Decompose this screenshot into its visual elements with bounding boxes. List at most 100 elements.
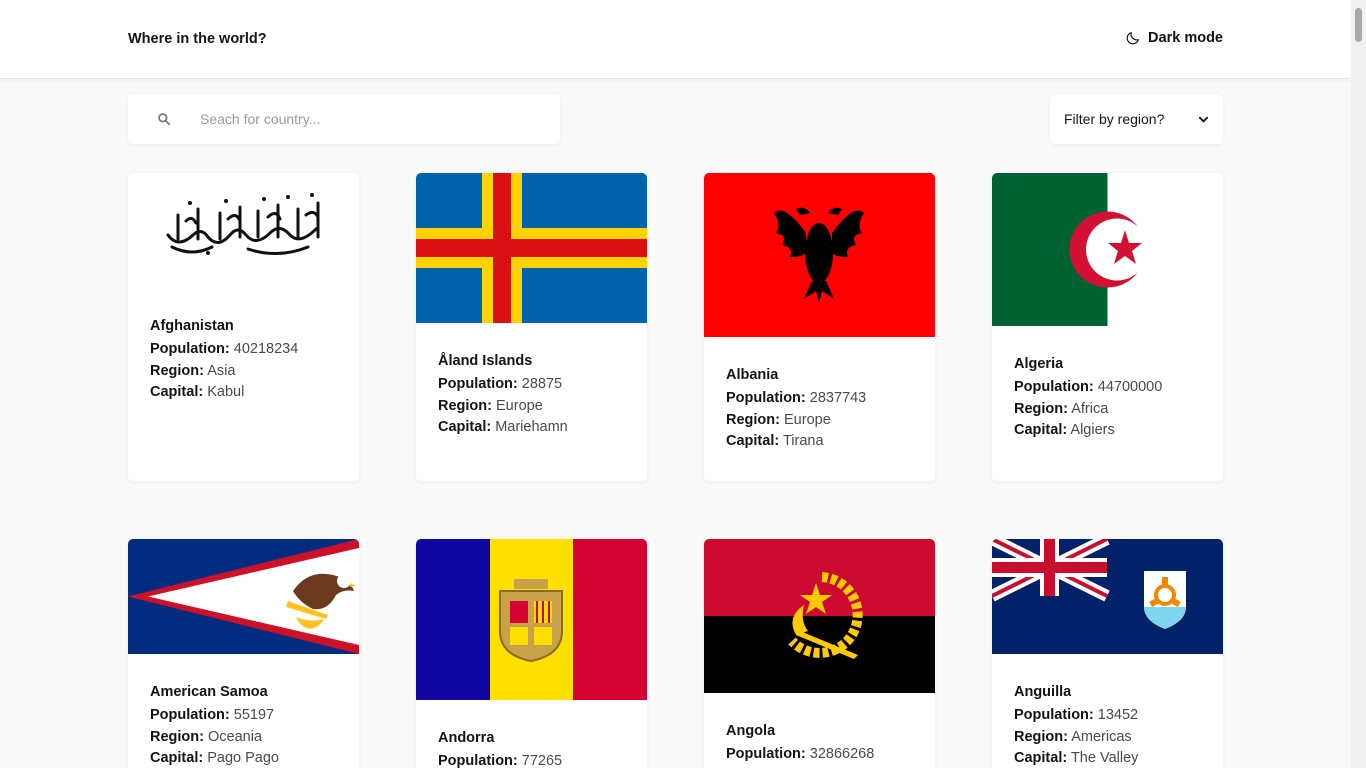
population-value: 55197 [233,707,275,723]
region-row: Region: Europe [726,410,916,432]
capital-row: Capital: Kabul [150,382,340,404]
country-info: Angola Population: 32866268 [726,723,916,766]
population-row: Population: 32866268 [726,744,916,766]
app-title: Where in the world? [128,31,267,47]
capital-value: Kabul [207,384,245,401]
country-card-algeria[interactable]: Algeria Population: 44700000 Region: Afr… [992,173,1223,481]
region-filter-dropdown[interactable]: Filter by region? [1050,94,1223,144]
country-info: American Samoa Population: 55197 Region:… [150,684,340,768]
capital-row: Capital: The Valley [1014,748,1204,768]
albania-flag-image [704,173,935,337]
country-card-anguilla[interactable]: Anguilla Population: 13452 Region: Ameri… [992,539,1223,768]
country-info: Anguilla Population: 13452 Region: Ameri… [1014,684,1204,768]
population-label: Population: [726,390,806,406]
moon-icon [1126,32,1139,45]
country-info: Afghanistan Population: 40218234 Region:… [150,318,340,404]
population-row: Population: 44700000 [1014,377,1204,399]
flag-anguilla [992,539,1223,654]
population-row: Population: 28875 [438,374,628,396]
region-row: Region: Americas [1014,727,1204,749]
region-label: Region: [150,362,204,379]
country-card-afghanistan[interactable]: Afghanistan Population: 40218234 Region:… [128,173,359,481]
population-value: 44700000 [1097,379,1163,395]
country-card-andorra[interactable]: Andorra Population: 77265 [416,539,647,768]
population-label: Population: [726,746,806,762]
country-card-american-samoa[interactable]: American Samoa Population: 55197 Region:… [128,539,359,768]
capital-label: Capital: [438,419,492,436]
country-info: Algeria Population: 44700000 Region: Afr… [1014,356,1204,442]
algeria-flag-image [992,173,1223,326]
search-box[interactable] [128,94,560,144]
region-row: Region: Asia [150,361,340,383]
page-scrollbar[interactable] [1351,0,1366,768]
region-value: Africa [1071,400,1109,417]
country-name: American Samoa [150,684,268,700]
country-card-angola[interactable]: Angola Population: 32866268 [704,539,935,768]
region-row: Region: Africa [1014,399,1204,421]
region-value: Asia [207,362,236,379]
population-label: Population: [1014,707,1094,723]
capital-label: Capital: [726,433,780,450]
country-name: Afghanistan [150,318,234,334]
flag-american-samoa [128,539,359,654]
country-card-aland-islands[interactable]: Åland Islands Population: 28875 Region: … [416,173,647,481]
population-label: Population: [150,341,230,357]
population-row: Population: 77265 [438,751,628,768]
aland-flag-image [416,173,647,323]
anguilla-flag-image [992,539,1223,654]
flag-angola [704,539,935,693]
flag-albania [704,173,935,337]
region-row: Region: Europe [438,396,628,418]
capital-label: Capital: [1014,750,1068,767]
country-info: Åland Islands Population: 28875 Region: … [438,353,628,439]
dark-mode-toggle[interactable]: Dark mode [1125,30,1223,46]
population-value: 28875 [521,376,563,392]
scrollbar-thumb[interactable] [1355,8,1362,42]
population-value: 77265 [521,753,563,768]
country-name: Andorra [438,730,495,746]
region-value: Europe [784,411,831,428]
population-row: Population: 40218234 [150,339,340,361]
search-input[interactable] [200,109,540,129]
flag-afghanistan [128,173,359,311]
capital-row: Capital: Algiers [1014,420,1204,442]
capital-value: Pago Pago [207,750,279,767]
capital-row: Capital: Tirana [726,431,916,453]
population-label: Population: [438,753,518,768]
population-row: Population: 13452 [1014,705,1204,727]
region-row: Region: Oceania [150,727,340,749]
capital-label: Capital: [150,384,204,401]
capital-value: Algiers [1070,422,1115,439]
region-value: Oceania [208,728,263,745]
region-label: Region: [1014,400,1068,417]
afghanistan-flag-image [166,193,320,255]
dark-mode-label: Dark mode [1148,30,1223,46]
country-name: Angola [726,723,776,739]
population-value: 40218234 [233,341,299,357]
region-label: Region: [1014,728,1068,745]
andorra-flag-image [416,539,647,700]
country-name: Albania [726,367,779,383]
population-value: 32866268 [809,746,875,762]
chevron-down-icon [1198,116,1209,123]
flag-algeria [992,173,1223,326]
population-row: Population: 55197 [150,705,340,727]
capital-value: Tirana [782,433,824,450]
angola-flag-image [704,539,935,693]
country-name: Åland Islands [438,353,533,369]
capital-value: Mariehamn [495,419,568,436]
population-value: 13452 [1097,707,1139,723]
top-navbar: Where in the world? Dark mode [0,0,1351,79]
country-card-albania[interactable]: Albania Population: 2837743 Region: Euro… [704,173,935,481]
flag-andorra [416,539,647,700]
population-label: Population: [1014,379,1094,395]
capital-value: The Valley [1070,750,1139,767]
region-filter-label: Filter by region? [1064,111,1165,127]
country-info: Albania Population: 2837743 Region: Euro… [726,367,916,453]
region-label: Region: [726,411,780,428]
flag-aland-islands [416,173,647,323]
country-name: Anguilla [1014,684,1072,700]
population-label: Population: [438,376,518,392]
region-value: Europe [496,397,543,414]
region-label: Region: [438,397,492,414]
